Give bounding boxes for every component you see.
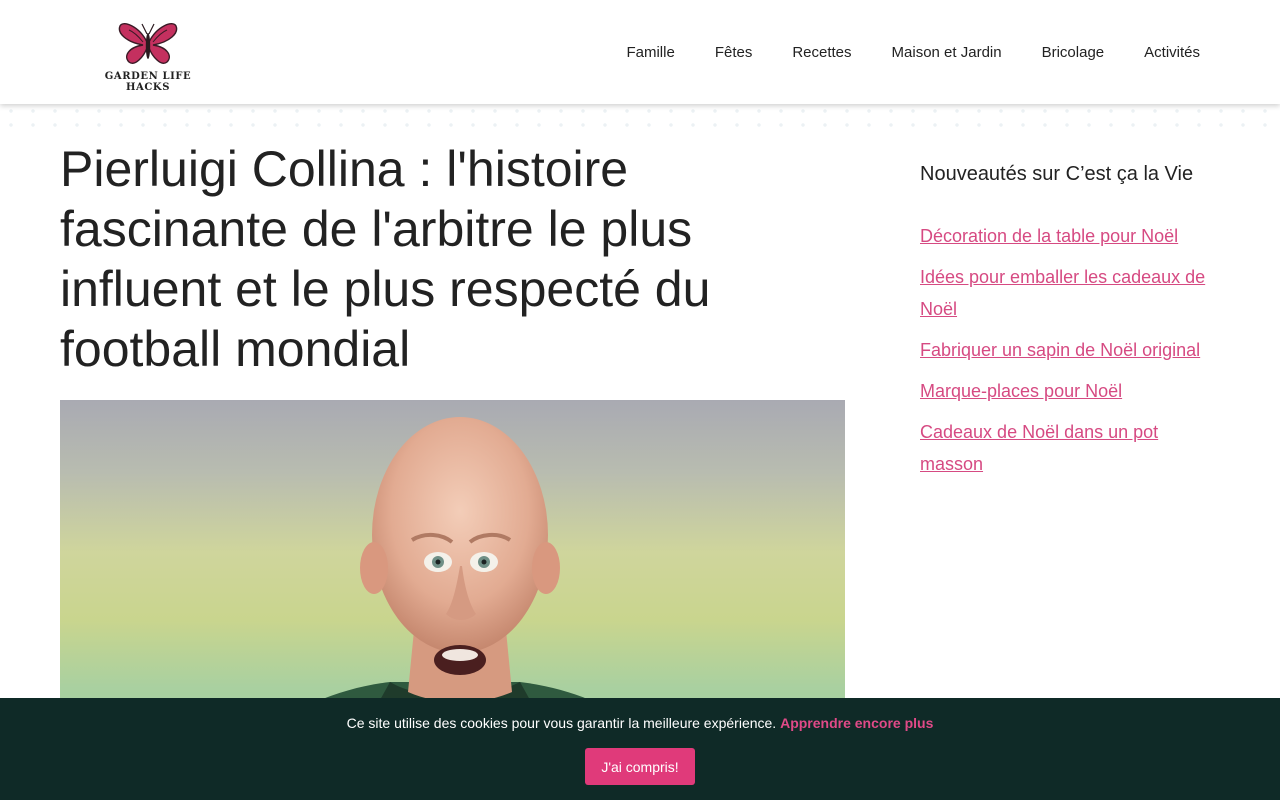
cookie-message: Ce site utilise des cookies pour vous ga… bbox=[0, 715, 1280, 731]
sidebar-link-decoration-table[interactable]: Décoration de la table pour Noël bbox=[920, 226, 1178, 246]
list-item: Marque-places pour Noël bbox=[920, 375, 1210, 407]
cookie-accept-button[interactable]: J'ai compris! bbox=[585, 748, 695, 785]
cookie-learn-more-link[interactable]: Apprendre encore plus bbox=[780, 715, 933, 731]
decorative-dot-strip bbox=[0, 104, 1280, 130]
logo-text: GARDEN LIFE HACKS bbox=[104, 71, 192, 93]
main-nav: Famille Fêtes Recettes Maison et Jardin … bbox=[626, 0, 1200, 104]
sidebar-link-sapin-original[interactable]: Fabriquer un sapin de Noël original bbox=[920, 340, 1200, 360]
sidebar-link-marque-places[interactable]: Marque-places pour Noël bbox=[920, 381, 1122, 401]
list-item: Décoration de la table pour Noël bbox=[920, 220, 1210, 252]
nav-item-activites[interactable]: Activités bbox=[1144, 44, 1200, 61]
nav-item-fetes[interactable]: Fêtes bbox=[715, 44, 753, 61]
sidebar-title: Nouveautés sur C’est ça la Vie bbox=[920, 163, 1194, 185]
cookie-text: Ce site utilise des cookies pour vous ga… bbox=[346, 715, 781, 731]
article-title: Pierluigi Collina : l'histoire fascinant… bbox=[60, 141, 711, 377]
nav-item-bricolage[interactable]: Bricolage bbox=[1042, 44, 1105, 61]
site-header: GARDEN LIFE HACKS Famille Fêtes Recettes… bbox=[0, 0, 1280, 104]
nav-item-maison-et-jardin[interactable]: Maison et Jardin bbox=[892, 44, 1002, 61]
list-item: Fabriquer un sapin de Noël original bbox=[920, 334, 1210, 366]
sidebar-link-emballer-cadeaux[interactable]: Idées pour emballer les cadeaux de Noël bbox=[920, 267, 1205, 319]
cookie-banner: Ce site utilise des cookies pour vous ga… bbox=[0, 698, 1280, 800]
site-logo[interactable]: GARDEN LIFE HACKS bbox=[86, 20, 210, 93]
sidebar-link-list: Décoration de la table pour Noël Idées p… bbox=[920, 220, 1210, 489]
list-item: Idées pour emballer les cadeaux de Noël bbox=[920, 261, 1210, 325]
butterfly-logo-icon bbox=[118, 23, 178, 64]
list-item: Cadeaux de Noël dans un pot masson bbox=[920, 416, 1210, 480]
sidebar-link-cadeaux-pot-masson[interactable]: Cadeaux de Noël dans un pot masson bbox=[920, 422, 1158, 474]
nav-item-recettes[interactable]: Recettes bbox=[792, 44, 851, 61]
nav-item-famille[interactable]: Famille bbox=[626, 44, 674, 61]
